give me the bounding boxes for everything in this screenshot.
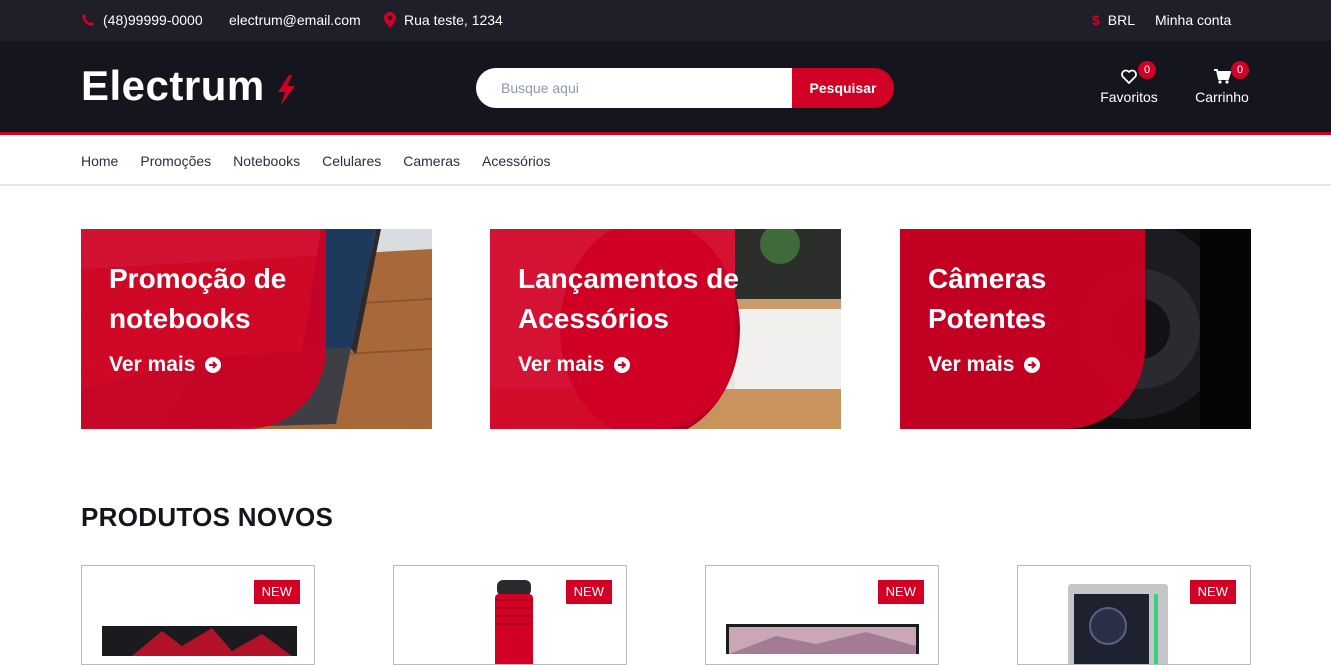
- product-card[interactable]: NEW: [1017, 565, 1251, 665]
- see-more-link[interactable]: Ver mais: [518, 353, 631, 377]
- banner-title: Lançamentos de Acessórios: [518, 263, 739, 334]
- address-text: Rua teste, 1234: [404, 12, 503, 28]
- see-more-link[interactable]: Ver mais: [109, 353, 222, 377]
- nav-item-home[interactable]: Home: [81, 153, 118, 169]
- nav-item-acessorios[interactable]: Acessórios: [482, 153, 550, 169]
- currency-selector[interactable]: $ BRL: [1092, 12, 1135, 28]
- product-card[interactable]: NEW: [81, 565, 315, 665]
- arrow-circle-right-icon: [614, 357, 631, 373]
- main-header: Electrum Pesquisar 0 Favoritos 0 Carrinh…: [0, 41, 1331, 135]
- search-input[interactable]: [476, 68, 792, 108]
- banner-title: Promoção de notebooks: [109, 263, 287, 334]
- arrow-circle-right-icon: [1024, 357, 1041, 373]
- microphone-image: [495, 580, 533, 664]
- nav-item-promocoes[interactable]: Promoções: [140, 153, 211, 169]
- nav-item-celulares[interactable]: Celulares: [322, 153, 381, 169]
- address-contact[interactable]: Rua teste, 1234: [384, 12, 503, 28]
- nav-list: Home Promoções Notebooks Celulares Camer…: [81, 153, 551, 169]
- email-text: electrum@email.com: [229, 12, 361, 28]
- see-more-link[interactable]: Ver mais: [928, 353, 1041, 377]
- nav-item-notebooks[interactable]: Notebooks: [233, 153, 300, 169]
- favorites-count-badge: 0: [1138, 61, 1156, 79]
- currency-text: BRL: [1107, 12, 1136, 28]
- new-badge: NEW: [565, 580, 612, 604]
- section-title-new-products: PRODUTOS NOVOS: [81, 502, 334, 532]
- new-badge: NEW: [253, 580, 300, 604]
- logo[interactable]: Electrum: [81, 65, 297, 107]
- banner-notebooks[interactable]: Promoção de notebooks Ver mais: [81, 229, 432, 429]
- search-form: Pesquisar: [476, 68, 894, 108]
- dollar-icon: $: [1092, 12, 1100, 28]
- favorites-label: Favoritos: [1100, 89, 1158, 105]
- account-link[interactable]: Minha conta: [1155, 12, 1231, 28]
- monitor-image: [102, 626, 297, 656]
- nav-item-cameras[interactable]: Cameras: [403, 153, 460, 169]
- new-badge: NEW: [877, 580, 924, 604]
- email-contact[interactable]: electrum@email.com: [229, 12, 361, 28]
- account-text: Minha conta: [1155, 12, 1232, 28]
- map-pin-icon: [384, 12, 396, 28]
- cart-label: Carrinho: [1195, 89, 1249, 105]
- see-more-label: Ver mais: [109, 353, 196, 376]
- new-badge: NEW: [1189, 580, 1236, 604]
- cart-count-badge: 0: [1231, 61, 1249, 79]
- pc-case-image: [1068, 584, 1168, 664]
- phone-text: (48)99999-0000: [103, 12, 203, 28]
- heart-icon: [1121, 69, 1137, 84]
- arrow-circle-right-icon: [205, 357, 222, 373]
- see-more-label: Ver mais: [518, 353, 605, 376]
- see-more-label: Ver mais: [928, 353, 1015, 376]
- banner-title: Câmeras Potentes: [928, 263, 1047, 334]
- product-card[interactable]: NEW: [393, 565, 627, 665]
- lightning-bolt-icon: [277, 75, 295, 105]
- top-bar: (48)99999-0000 electrum@email.com Rua te…: [0, 0, 1331, 41]
- banner-accessories[interactable]: Lançamentos de Acessórios Ver mais: [490, 229, 841, 429]
- banner-cameras[interactable]: Câmeras Potentes Ver mais: [900, 229, 1251, 429]
- cart-link[interactable]: 0 Carrinho: [1193, 61, 1251, 105]
- phone-icon: [82, 14, 94, 26]
- logo-text: Electrum: [81, 62, 265, 109]
- main-navigation: Home Promoções Notebooks Celulares Camer…: [0, 138, 1331, 186]
- favorites-link[interactable]: 0 Favoritos: [1098, 61, 1160, 105]
- phone-contact[interactable]: (48)99999-0000: [81, 12, 203, 28]
- shopping-cart-icon: [1213, 69, 1231, 84]
- tv-image: [726, 624, 919, 654]
- product-card[interactable]: NEW: [705, 565, 939, 665]
- search-button[interactable]: Pesquisar: [792, 68, 894, 108]
